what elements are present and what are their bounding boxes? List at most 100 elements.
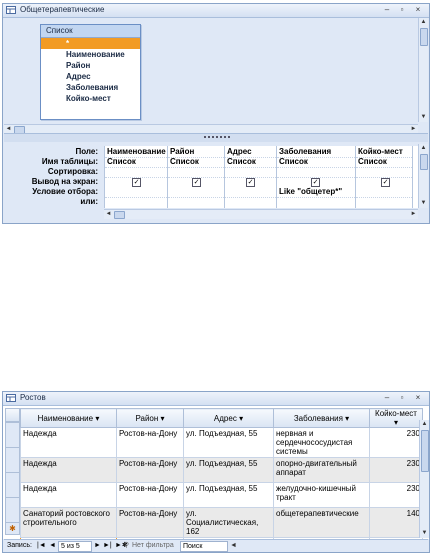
- query-title-bar[interactable]: Общетерапевтические – ▫ ×: [3, 4, 429, 18]
- cell[interactable]: Санаторий ростовского строительного: [20, 507, 117, 538]
- select-all-corner[interactable]: [5, 408, 20, 422]
- field-item[interactable]: Наименование: [41, 49, 140, 60]
- grid-sort-cell[interactable]: [225, 167, 276, 178]
- field-item[interactable]: Койко-мест: [41, 93, 140, 104]
- table-field-list[interactable]: Список * Наименование Район Адрес Заболе…: [40, 24, 141, 120]
- column-header[interactable]: Адрес ▾: [183, 408, 274, 428]
- column-header[interactable]: Наименование ▾: [20, 408, 117, 428]
- field-item-all[interactable]: *: [41, 38, 140, 49]
- datasheet-vertical-scrollbar[interactable]: ▲ ▼: [419, 420, 429, 538]
- scroll-down-icon[interactable]: ▼: [419, 113, 428, 122]
- show-checkbox[interactable]: ✓: [192, 178, 201, 187]
- cell[interactable]: 230: [369, 457, 423, 483]
- cell[interactable]: Ростов-на-Дону: [116, 427, 184, 458]
- column-header[interactable]: Койко-мест ▾: [369, 408, 423, 428]
- scroll-up-icon[interactable]: ▲: [419, 18, 428, 27]
- datasheet-hscroll-left-icon[interactable]: ◄: [230, 540, 237, 551]
- scroll-right-icon[interactable]: ►: [409, 210, 418, 219]
- column-header[interactable]: Район ▾: [116, 408, 184, 428]
- cell[interactable]: желудочно-кишечный тракт: [273, 482, 370, 508]
- scroll-down-icon[interactable]: ▼: [419, 199, 428, 208]
- minimize-button[interactable]: –: [381, 393, 393, 403]
- dropdown-arrow-icon[interactable]: ▾: [345, 414, 349, 423]
- scroll-left-icon[interactable]: ◄: [104, 210, 113, 219]
- splitter-grip[interactable]: [204, 136, 230, 140]
- grid-column[interactable]: Наименование Список ✓: [105, 146, 168, 208]
- scroll-thumb[interactable]: [421, 430, 429, 472]
- grid-sort-cell[interactable]: [168, 167, 224, 178]
- cell[interactable]: 140: [369, 507, 423, 538]
- dropdown-arrow-icon[interactable]: ▾: [95, 414, 99, 423]
- dropdown-arrow-icon[interactable]: ▾: [239, 414, 243, 423]
- cell[interactable]: опорно-двигательный аппарат: [273, 457, 370, 483]
- show-checkbox[interactable]: ✓: [381, 178, 390, 187]
- table-name[interactable]: Список: [41, 25, 140, 38]
- grid-horizontal-scrollbar[interactable]: ◄ ►: [104, 209, 418, 219]
- row-selector[interactable]: [5, 447, 20, 473]
- maximize-button[interactable]: ▫: [396, 393, 408, 403]
- cell[interactable]: Ростов-на-Дону: [116, 482, 184, 508]
- grid-column[interactable]: Адрес Список ✓: [225, 146, 277, 208]
- first-record-icon[interactable]: |◄: [37, 540, 46, 551]
- scroll-thumb[interactable]: [114, 211, 125, 219]
- grid-column[interactable]: Заболевания Список ✓ Like "общетер*": [277, 146, 356, 208]
- grid-criteria-cell[interactable]: [168, 187, 224, 198]
- search-box[interactable]: Поиск: [180, 541, 228, 552]
- cell[interactable]: ул. Подъездная, 55: [183, 482, 274, 508]
- show-checkbox[interactable]: ✓: [246, 178, 255, 187]
- scroll-down-icon[interactable]: ▼: [420, 529, 429, 538]
- cell[interactable]: Ростов-на-Дону: [116, 457, 184, 483]
- close-button[interactable]: ×: [412, 393, 424, 403]
- cell[interactable]: Надежда: [20, 427, 117, 458]
- table-row[interactable]: Санаторий ростовского строительного Рост…: [20, 507, 423, 538]
- show-checkbox[interactable]: ✓: [311, 178, 320, 187]
- cell[interactable]: Ростов-на-Дону: [116, 507, 184, 538]
- show-checkbox[interactable]: ✓: [132, 178, 141, 187]
- row-selector[interactable]: [5, 472, 20, 498]
- grid-criteria-cell[interactable]: [356, 187, 412, 198]
- previous-record-icon[interactable]: ◄: [49, 540, 56, 551]
- cell[interactable]: 230: [369, 427, 423, 458]
- grid-column[interactable]: Койко-мест Список ✓: [356, 146, 413, 208]
- row-selector[interactable]: [5, 422, 20, 448]
- next-record-icon[interactable]: ►: [94, 540, 101, 551]
- upper-vertical-scrollbar[interactable]: ▲ ▼: [418, 18, 428, 122]
- close-button[interactable]: ×: [412, 5, 424, 15]
- minimize-button[interactable]: –: [381, 5, 393, 15]
- field-item[interactable]: Район: [41, 60, 140, 71]
- field-item[interactable]: Заболевания: [41, 82, 140, 93]
- cell[interactable]: ул. Подъездная, 55: [183, 457, 274, 483]
- maximize-button[interactable]: ▫: [396, 5, 408, 15]
- scroll-up-icon[interactable]: ▲: [419, 144, 428, 153]
- table-row[interactable]: Надежда Ростов-на-Дону ул. Подъездная, 5…: [20, 482, 423, 508]
- grid-criteria-cell[interactable]: Like "общетер*": [277, 187, 355, 198]
- table-row[interactable]: Надежда Ростов-на-Дону ул. Подъездная, 5…: [20, 427, 423, 458]
- grid-criteria-cell[interactable]: [225, 187, 276, 198]
- record-position-field[interactable]: 5 из 5: [58, 541, 92, 552]
- cell[interactable]: Надежда: [20, 457, 117, 483]
- cell[interactable]: ул. Социалистическая, 162: [183, 507, 274, 538]
- new-row-selector[interactable]: ✱: [5, 522, 20, 535]
- cell[interactable]: нервная и сердечнососудистая системы: [273, 427, 370, 458]
- scroll-thumb[interactable]: [420, 154, 428, 170]
- filter-status[interactable]: Нет фильтра: [132, 540, 174, 551]
- grid-sort-cell[interactable]: [105, 167, 167, 178]
- cell[interactable]: общетерапевтические: [273, 507, 370, 538]
- dropdown-arrow-icon[interactable]: ▾: [161, 414, 165, 423]
- grid-criteria-cell[interactable]: [105, 187, 167, 198]
- grid-sort-cell[interactable]: [277, 167, 355, 178]
- grid-column[interactable]: Район Список ✓: [168, 146, 225, 208]
- scroll-thumb[interactable]: [420, 28, 428, 46]
- row-selector[interactable]: [5, 497, 20, 523]
- grid-vertical-scrollbar[interactable]: ▲ ▼: [418, 144, 428, 208]
- last-record-icon[interactable]: ►|: [103, 540, 112, 551]
- cell[interactable]: ул. Подъездная, 55: [183, 427, 274, 458]
- cell[interactable]: Надежда: [20, 482, 117, 508]
- cell[interactable]: 230: [369, 482, 423, 508]
- dropdown-arrow-icon[interactable]: ▾: [394, 418, 398, 427]
- column-header[interactable]: Заболевания ▾: [273, 408, 370, 428]
- scroll-up-icon[interactable]: ▲: [420, 420, 429, 429]
- grid-sort-cell[interactable]: [356, 167, 412, 178]
- field-item[interactable]: Адрес: [41, 71, 140, 82]
- datasheet-title-bar[interactable]: Ростов – ▫ ×: [3, 392, 429, 406]
